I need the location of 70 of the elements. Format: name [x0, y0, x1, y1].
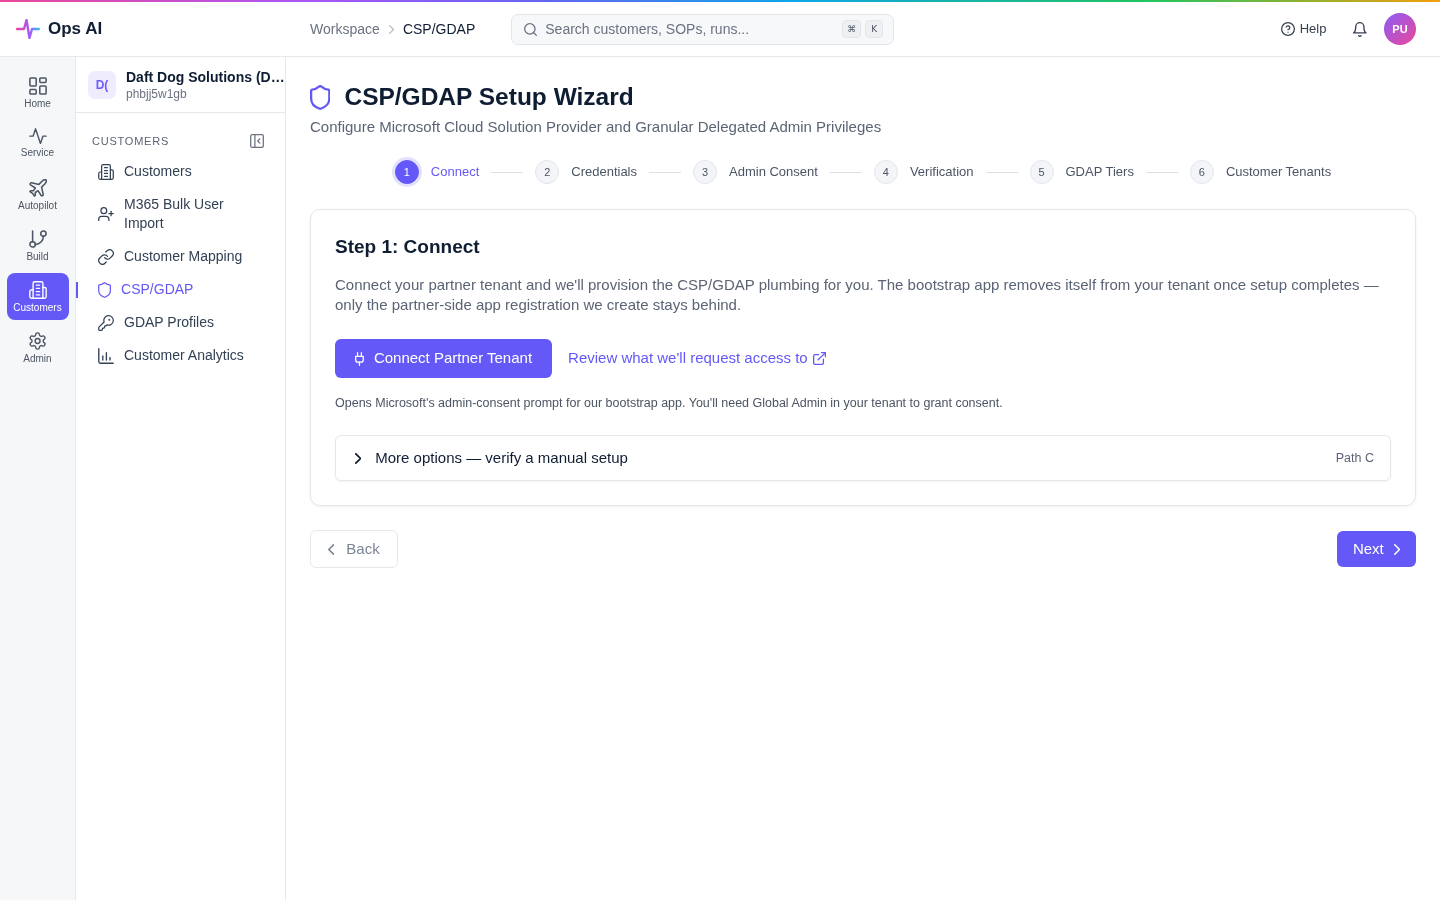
step-label: Connect: [430, 163, 480, 182]
grid-icon: [28, 77, 47, 95]
step-number: 2: [535, 160, 560, 184]
gear-icon: [28, 332, 47, 350]
workspace-avatar: D(: [88, 70, 116, 99]
search-input[interactable]: Search customers, SOPs, runs...: [545, 18, 835, 40]
chevron-left-icon: [328, 543, 335, 555]
step-number: 3: [693, 160, 717, 184]
step-number: 5: [1029, 160, 1054, 184]
step-label: Verification: [909, 163, 974, 182]
pulse-icon: [28, 128, 47, 145]
branch-icon: [28, 230, 47, 248]
connect-button[interactable]: Connect Partner Tenant: [335, 339, 553, 378]
nav-rail-item[interactable]: Autopilot: [6, 171, 69, 218]
workspace-name: Daft Dog Solutions (D…: [126, 67, 285, 86]
search-icon: [524, 22, 538, 36]
nav-rail-item[interactable]: Customers: [6, 273, 69, 320]
path-label: Path C: [1335, 449, 1374, 467]
building-icon: [98, 163, 114, 180]
external-link-icon: [812, 352, 826, 365]
more-options-toggle[interactable]: More options — verify a manual setup Path C: [335, 435, 1391, 481]
link-icon: [98, 248, 114, 265]
sidebar-link[interactable]: GDAP Profiles: [76, 306, 261, 339]
step-label: Customer Tenants: [1225, 163, 1332, 182]
bell-icon: [1353, 21, 1367, 37]
step-description: Connect your partner tenant and we'll provision the CSP/GDAP plumbing for you. The bootstrap app removes itself from your tenant once setup completes — only the partner-side app registration we create stays behind.: [335, 275, 1380, 315]
notifications-button[interactable]: [1353, 21, 1367, 37]
collapse-panel-icon[interactable]: [250, 134, 264, 148]
workspace-id: phbjj5w1gb: [126, 85, 188, 102]
step-number: 6: [1189, 160, 1214, 184]
search-field[interactable]: Search customers, SOPs, runs... ⌘ K: [511, 13, 895, 45]
step-label: GDAP Tiers: [1065, 163, 1134, 182]
sidebar-link[interactable]: M365 Bulk User Import: [76, 188, 261, 240]
bar-chart-icon: [98, 347, 114, 364]
breadcrumb-link[interactable]: Workspace: [310, 18, 380, 40]
nav-rail-item[interactable]: Build: [6, 222, 69, 269]
sidebar-link[interactable]: Customer Analytics: [76, 339, 261, 372]
app-name: Ops AI: [48, 18, 103, 41]
next-button[interactable]: Next: [1336, 531, 1416, 567]
building-icon: [28, 281, 47, 299]
key-icon: [98, 314, 114, 331]
step-label: Credentials: [571, 163, 637, 182]
logo-icon: [16, 19, 40, 39]
chevron-right-icon: [1393, 543, 1400, 555]
user-plus-icon: [98, 206, 114, 222]
step-title: Step 1: Connect: [335, 235, 481, 259]
plane-icon: [28, 179, 47, 197]
sidebar-link[interactable]: Customers: [76, 155, 261, 188]
review-link[interactable]: Review what we'll request access to: [568, 347, 826, 370]
sidebar-link[interactable]: Customer Mapping: [76, 240, 261, 273]
step-number: 4: [873, 160, 898, 184]
nav-rail-item[interactable]: Admin: [6, 324, 69, 371]
nav-rail-item[interactable]: Service: [6, 120, 69, 167]
help-icon: [1280, 22, 1295, 36]
plug-icon: [355, 351, 364, 366]
shield-icon: [310, 84, 331, 110]
section-heading: CUSTOMERS: [92, 134, 169, 149]
keyboard-key: K: [865, 20, 884, 38]
step-number: 1: [394, 160, 419, 184]
page-title: CSP/GDAP Setup Wizard: [344, 82, 634, 112]
page-subtitle: Configure Microsoft Cloud Solution Provider and Granular Delegated Admin Privileges: [310, 117, 883, 137]
user-avatar[interactable]: PU: [1384, 13, 1416, 45]
nav-rail-item[interactable]: Home: [6, 69, 69, 116]
consent-note: Opens Microsoft's admin-consent prompt for our bootstrap app. You'll need Global Admin in your tenant to grant consent.: [335, 395, 1004, 412]
help-button[interactable]: Help: [1280, 19, 1327, 39]
keyboard-key: ⌘: [842, 20, 862, 38]
breadcrumb-separator-icon: [388, 24, 394, 34]
shield-icon: [98, 281, 112, 298]
breadcrumb-current: CSP/GDAP: [402, 19, 476, 39]
step-label: Admin Consent: [729, 163, 818, 182]
